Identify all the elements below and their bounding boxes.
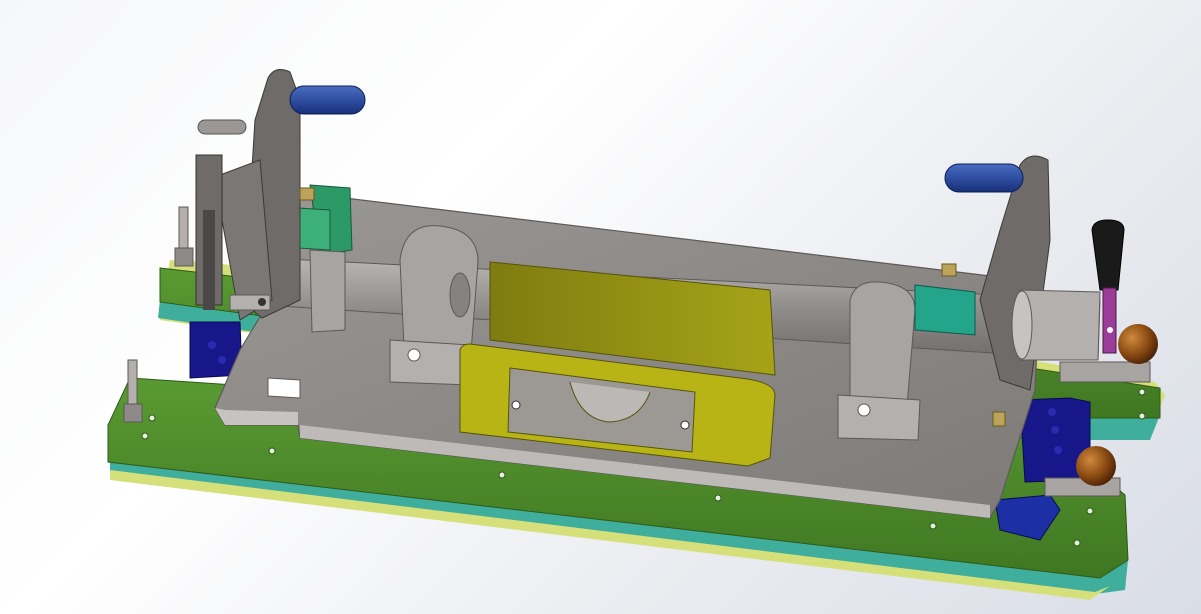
cad-3d-viewport[interactable] bbox=[0, 0, 1201, 614]
fixture-model[interactable] bbox=[0, 0, 1201, 614]
clamp-handle-blue[interactable] bbox=[289, 85, 366, 115]
support-block-teal bbox=[914, 284, 976, 336]
bearing-left-small bbox=[309, 249, 346, 333]
locating-pin-left-back bbox=[174, 206, 194, 267]
clamp-handle-blue[interactable] bbox=[944, 163, 1024, 193]
bearing-right bbox=[837, 281, 921, 441]
yellow-bracket bbox=[459, 261, 776, 467]
